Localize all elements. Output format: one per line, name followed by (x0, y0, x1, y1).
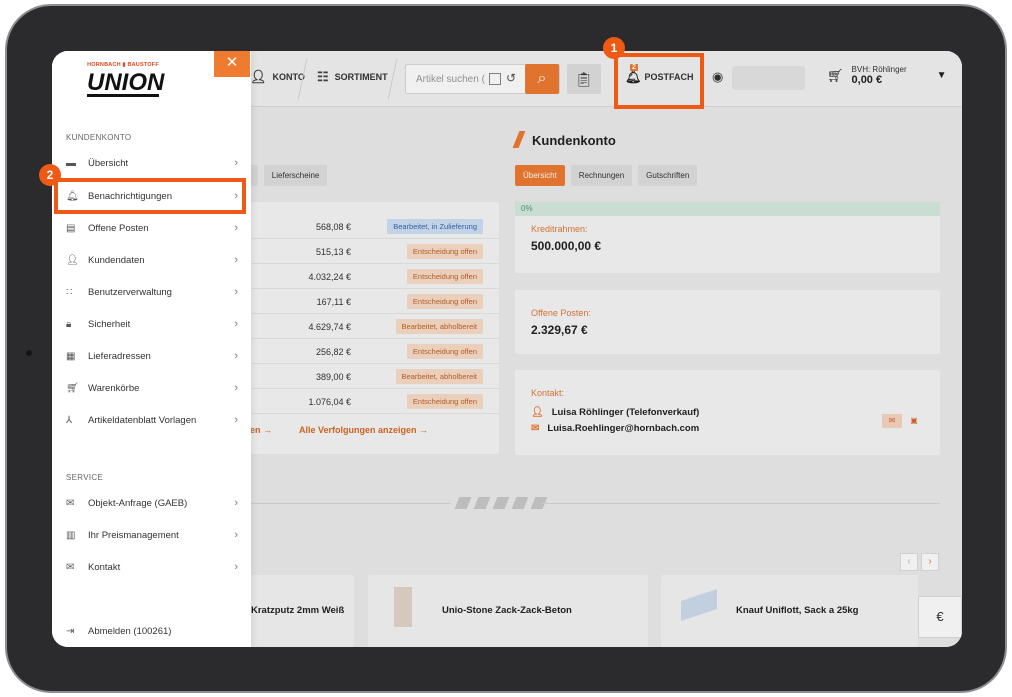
callout-number-1: 1 (603, 37, 625, 59)
sidebar-item-uebersicht[interactable]: ▬ Übersicht › (66, 151, 238, 175)
logo-wordmark: UNION (87, 69, 165, 97)
user-icon: 👤︎ (66, 254, 79, 266)
calculator-icon: ▥ (66, 529, 76, 541)
camera-dot (26, 350, 32, 356)
sidebar-item-sicherheit[interactable]: 🔒︎ Sicherheit › (66, 312, 238, 336)
sidebar-item-benutzerverwaltung[interactable]: ∷ Benutzerverwaltung › (66, 280, 238, 304)
close-icon: ✕ (225, 54, 239, 71)
sidebar-item-offene-posten[interactable]: ▤ Offene Posten › (66, 216, 238, 240)
chevron-right-icon: › (234, 414, 238, 426)
section-title-kundenkonto: KUNDENKONTO (66, 133, 132, 142)
cart-icon: 🛒︎ (66, 382, 79, 394)
sidebar-item-lieferadressen[interactable]: ▦ Lieferadressen › (66, 344, 238, 368)
document-icon: ▤ (66, 222, 76, 234)
sidebar-item-kontakt[interactable]: ✉ Kontakt › (66, 555, 238, 579)
chevron-right-icon: › (234, 222, 238, 234)
logout-icon: ⇥ (66, 625, 75, 637)
close-button[interactable]: ✕ (214, 51, 250, 77)
chevron-right-icon: › (234, 382, 238, 394)
highlight-benachrichtigungen (54, 178, 246, 214)
sidebar-menu: HORNBACH ▮ BAUSTOFF UNION ✕ KUNDENKONTO … (52, 51, 251, 647)
highlight-postfach (614, 53, 704, 109)
datasheet-icon: ⅄ (66, 414, 73, 426)
callout-number-2: 2 (39, 164, 61, 186)
sidebar-item-kundendaten[interactable]: 👤︎ Kundendaten › (66, 248, 238, 272)
sidebar-item-objekt-anfrage[interactable]: ✉ Objekt-Anfrage (GAEB) › (66, 491, 238, 515)
chevron-right-icon: › (234, 157, 238, 169)
chevron-right-icon: › (234, 254, 238, 266)
chevron-right-icon: › (234, 318, 238, 330)
logo[interactable]: HORNBACH ▮ BAUSTOFF UNION (87, 62, 165, 98)
logout-button[interactable]: ⇥ Abmelden (100261) (66, 619, 238, 643)
chevron-right-icon: › (234, 497, 238, 509)
section-title-service: SERVICE (66, 473, 104, 482)
screen: 👤︎ KONTO ☷ SORTIMENT Artikel suchen ( ↺ … (52, 51, 962, 647)
sidebar-item-artikeldatenblatt[interactable]: ⅄ Artikeldatenblatt Vorlagen › (66, 408, 238, 432)
building-icon: ▦ (66, 350, 76, 362)
chevron-right-icon: › (234, 529, 238, 541)
chevron-right-icon: › (234, 561, 238, 573)
chevron-right-icon: › (234, 286, 238, 298)
sidebar-item-warenkoerbe[interactable]: 🛒︎ Warenkörbe › (66, 376, 238, 400)
chevron-right-icon: › (234, 350, 238, 362)
sidebar-item-preismanagement[interactable]: ▥ Ihr Preismanagement › (66, 523, 238, 547)
logo-brand-line: HORNBACH ▮ BAUSTOFF (87, 62, 159, 68)
envelope-icon: ✉ (66, 561, 75, 573)
mail-icon: ✉ (66, 497, 75, 509)
lock-icon: 🔒︎ (66, 318, 72, 330)
users-icon: ∷ (66, 286, 73, 298)
monitor-icon: ▬ (66, 157, 76, 169)
